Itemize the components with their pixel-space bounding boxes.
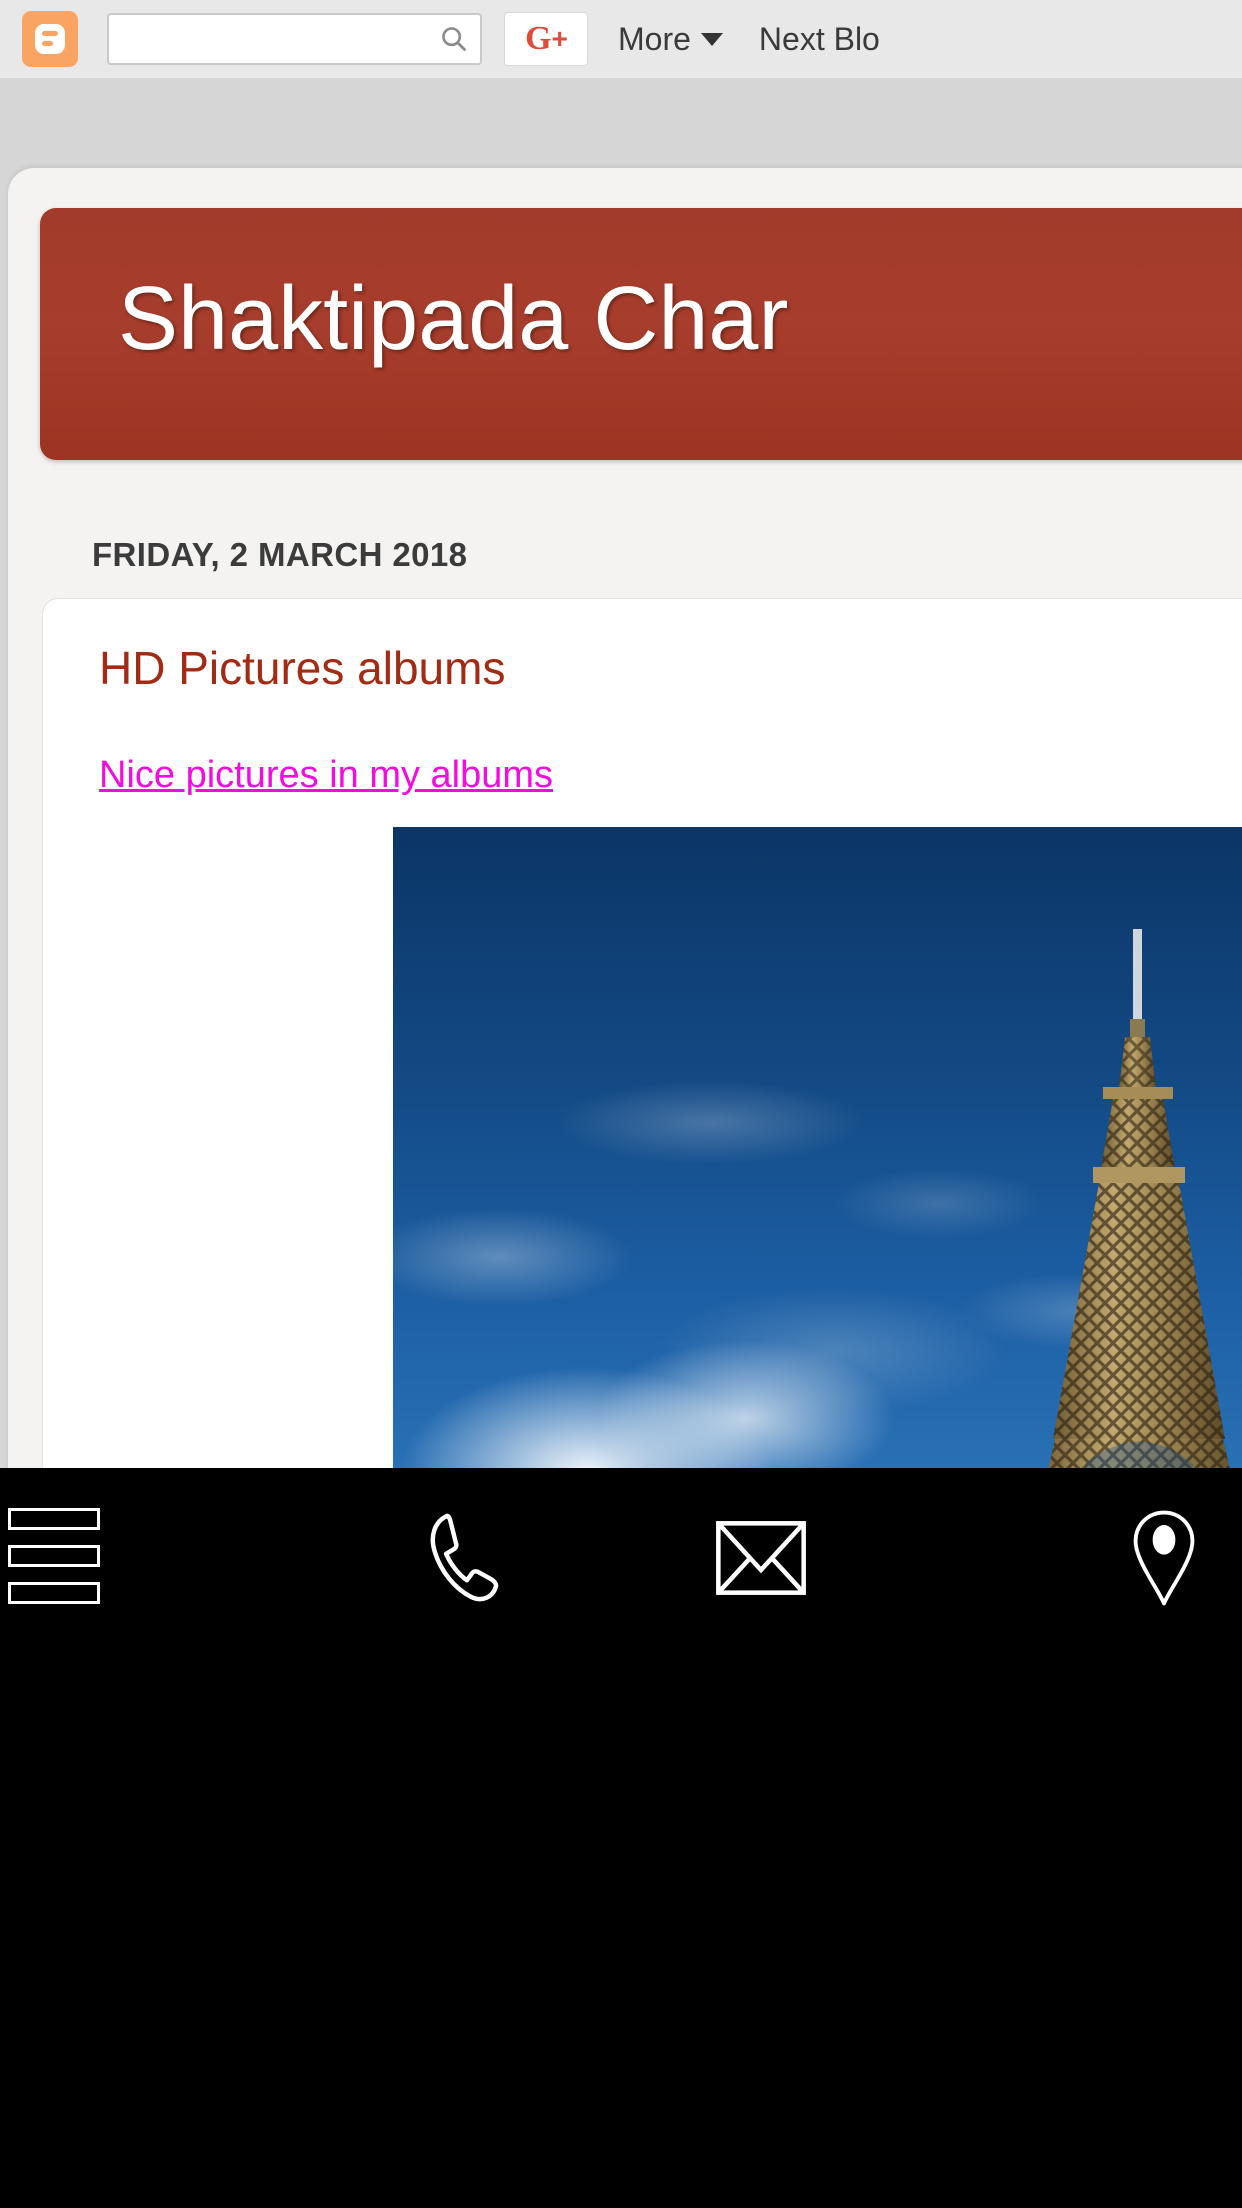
more-label: More bbox=[618, 20, 691, 57]
post-card: HD Pictures albums Nice pictures in my a… bbox=[42, 598, 1242, 1468]
post-link[interactable]: Nice pictures in my albums bbox=[99, 754, 553, 797]
google-plus-button[interactable]: G + bbox=[504, 12, 588, 66]
blogger-b-glyph bbox=[33, 22, 67, 56]
bottom-toolbar bbox=[0, 1468, 1242, 2208]
eiffel-tower-icon bbox=[1048, 929, 1230, 1468]
search-input[interactable] bbox=[117, 17, 437, 61]
toolbar-phone-button[interactable] bbox=[309, 1508, 610, 1618]
gplus-plus-sign: + bbox=[551, 23, 568, 54]
page-root: G + More Next Blo Shaktipada Char FRIDAY… bbox=[0, 0, 1242, 2208]
email-icon[interactable] bbox=[713, 1508, 809, 1608]
search-icon[interactable] bbox=[440, 25, 468, 53]
post-title: HD Pictures albums bbox=[99, 642, 506, 694]
phone-icon[interactable] bbox=[412, 1508, 508, 1608]
toolbar-email-button[interactable] bbox=[610, 1508, 911, 1618]
blogger-navbar: G + More Next Blo bbox=[0, 0, 1242, 78]
next-blog-link[interactable]: Next Blo bbox=[759, 21, 880, 58]
blog-header-banner: Shaktipada Char bbox=[40, 208, 1242, 460]
search-box[interactable] bbox=[107, 13, 482, 65]
blog-title: Shaktipada Char bbox=[118, 269, 789, 369]
blogger-logo-icon[interactable] bbox=[22, 11, 78, 67]
content-panel: Shaktipada Char FRIDAY, 2 MARCH 2018 HD … bbox=[8, 168, 1242, 1468]
toolbar-menu-button[interactable] bbox=[0, 1508, 309, 1618]
menu-icon[interactable] bbox=[8, 1508, 100, 1604]
post-image bbox=[393, 827, 1242, 1468]
more-menu[interactable]: More bbox=[618, 21, 723, 58]
location-icon[interactable] bbox=[1116, 1508, 1212, 1608]
next-blog-label: Next Blo bbox=[758, 20, 880, 57]
toolbar-location-button[interactable] bbox=[911, 1508, 1242, 1618]
post-date: FRIDAY, 2 MARCH 2018 bbox=[92, 536, 468, 573]
gplus-g-letter: G bbox=[525, 20, 551, 57]
chevron-down-icon bbox=[700, 32, 723, 46]
